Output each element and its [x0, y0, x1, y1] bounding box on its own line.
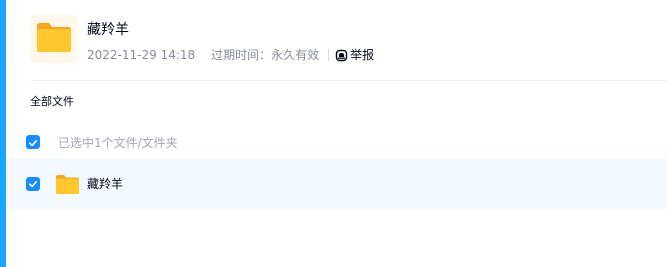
check-icon [28, 133, 38, 152]
report-icon [335, 49, 348, 62]
check-icon [28, 174, 38, 193]
folder-icon [35, 20, 73, 58]
folder-thumbnail [30, 15, 78, 63]
file-name[interactable]: 藏羚羊 [87, 175, 123, 192]
report-button[interactable]: 举报 [335, 47, 374, 63]
selection-status: 已选中1个文件/文件夹 [58, 135, 178, 150]
meta-separator [328, 49, 330, 61]
expire-info: 过期时间：永久有效 [211, 48, 320, 62]
file-checkbox[interactable] [26, 174, 40, 193]
share-header: 藏羚羊 2022-11-29 14:18 过期时间：永久有效 举报 [30, 15, 667, 65]
report-label: 举报 [350, 48, 375, 62]
select-all-row: 已选中1个文件/文件夹 [26, 133, 178, 151]
share-page: 藏羚羊 2022-11-29 14:18 过期时间：永久有效 举报 全部文件 已… [0, 0, 667, 267]
share-title: 藏羚羊 [87, 22, 129, 38]
left-accent-bar [0, 0, 6, 267]
share-meta: 2022-11-29 14:18 过期时间：永久有效 举报 [87, 47, 374, 63]
file-row[interactable]: 藏羚羊 [6, 158, 667, 209]
folder-icon [55, 173, 80, 195]
select-all-checkbox[interactable] [26, 135, 40, 149]
header-divider [30, 80, 667, 81]
breadcrumb-all-files[interactable]: 全部文件 [30, 95, 74, 109]
share-date: 2022-11-29 14:18 [87, 48, 196, 62]
